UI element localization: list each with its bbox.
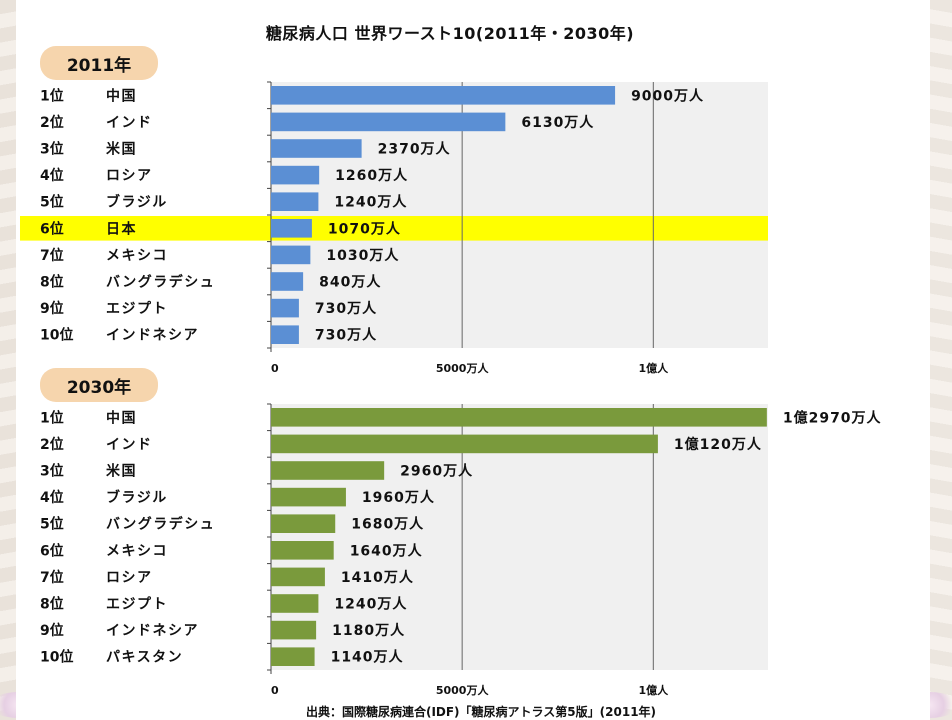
value-label: 1240万人 <box>334 596 407 613</box>
country-label: 米国 <box>106 141 137 158</box>
slide-canvas: 糖尿病人口 世界ワースト10(2011年・2030年) 2011年 1位 中国 90… <box>16 0 930 720</box>
rank-label: 4位 <box>40 489 64 506</box>
bar <box>271 219 312 238</box>
bar <box>271 408 767 427</box>
bar <box>271 461 385 480</box>
chart-panel-2030: 1位 中国 1億2970万人 2位 インド 1億120万人 3位 米国 2960万人 4位 ブラジル… <box>16 400 946 700</box>
country-label: インド <box>106 437 153 453</box>
value-label: 1260万人 <box>335 167 408 184</box>
rank-label: 9位 <box>40 300 64 317</box>
rank-label: 2位 <box>40 436 64 453</box>
value-label: 1070万人 <box>328 220 401 237</box>
rank-label: 6位 <box>40 220 64 237</box>
value-label: 1410万人 <box>341 569 414 586</box>
bar-chart-2011: 1位 中国 9000万人 2位 インド 6130万人 3位 米国 2370万人 4位 ロシア 1260… <box>20 81 768 375</box>
bar <box>271 112 506 132</box>
country-label: 日本 <box>106 220 137 237</box>
country-label: エジプト <box>106 597 168 613</box>
value-label: 1億2970万人 <box>783 409 882 426</box>
rank-label: 4位 <box>40 167 64 184</box>
x-tick-label: 5000万人 <box>436 683 490 697</box>
value-label: 840万人 <box>319 274 381 291</box>
rank-label: 6位 <box>40 542 64 559</box>
year-badge-2030: 2030年 <box>40 368 158 402</box>
rank-label: 5位 <box>40 516 64 533</box>
rank-label: 5位 <box>40 194 64 211</box>
value-label: 730万人 <box>315 300 377 317</box>
country-label: ブラジル <box>106 489 168 506</box>
country-label: メキシコ <box>106 543 168 559</box>
country-label: ブラジル <box>106 194 168 211</box>
rank-label: 7位 <box>40 247 64 264</box>
rank-label: 1位 <box>40 409 64 426</box>
rank-label: 9位 <box>40 622 64 639</box>
rank-label: 1位 <box>40 87 64 104</box>
value-label: 730万人 <box>315 327 377 344</box>
country-label: インドネシア <box>106 328 199 344</box>
bar <box>271 139 362 158</box>
bar <box>271 272 304 291</box>
country-label: エジプト <box>106 301 168 317</box>
country-label: バングラデシュ <box>106 516 215 533</box>
country-label: パキスタン <box>106 650 183 666</box>
bar <box>271 192 319 211</box>
x-tick-label: 1億人 <box>638 361 669 375</box>
country-label: 米国 <box>106 463 137 480</box>
country-label: ロシア <box>106 168 153 184</box>
bar <box>271 567 325 587</box>
value-label: 1640万人 <box>350 542 423 559</box>
country-label: 中国 <box>106 409 137 426</box>
value-label: 1億120万人 <box>674 436 762 453</box>
value-label: 9000万人 <box>631 87 704 104</box>
value-label: 2960万人 <box>400 463 473 480</box>
rank-label: 3位 <box>40 141 64 158</box>
rank-label: 10位 <box>40 649 73 666</box>
value-label: 1030万人 <box>326 247 399 264</box>
bar <box>271 594 319 613</box>
bar <box>271 487 346 507</box>
rank-label: 3位 <box>40 463 64 480</box>
value-label: 2370万人 <box>378 141 451 158</box>
bar <box>271 245 311 265</box>
year-badge-2011: 2011年 <box>40 46 158 80</box>
country-label: インドネシア <box>106 623 199 639</box>
left-decorative-border <box>0 0 16 720</box>
bar <box>271 298 299 318</box>
chart-panel-2011: 1位 中国 9000万人 2位 インド 6130万人 3位 米国 2370万人 4位 ロシア 1260… <box>16 78 816 378</box>
rank-label: 2位 <box>40 114 64 131</box>
rank-label: 8位 <box>40 596 64 613</box>
x-tick-label: 0 <box>271 684 279 697</box>
source-note: 出典：国際糖尿病連合(IDF)「糖尿病アトラス第5版」(2011年) <box>305 705 657 719</box>
value-label: 1180万人 <box>332 622 405 639</box>
value-label: 1960万人 <box>362 489 435 506</box>
country-label: メキシコ <box>106 248 168 264</box>
country-label: ロシア <box>106 570 153 586</box>
value-label: 1680万人 <box>351 516 424 533</box>
bar <box>271 541 334 560</box>
bar <box>271 620 317 640</box>
rank-label: 8位 <box>40 274 64 291</box>
value-label: 1140万人 <box>331 649 404 666</box>
bar <box>271 86 616 105</box>
bar-chart-2030: 1位 中国 1億2970万人 2位 インド 1億120万人 3位 米国 2960万人 4位 ブラジル… <box>40 403 882 697</box>
rank-label: 7位 <box>40 569 64 586</box>
country-label: バングラデシュ <box>106 274 215 291</box>
country-label: インド <box>106 115 153 131</box>
x-tick-label: 1億人 <box>638 683 669 697</box>
chart-title: 糖尿病人口 世界ワースト10(2011年・2030年) <box>265 24 635 43</box>
rank-label: 10位 <box>40 327 73 344</box>
bar <box>271 165 320 185</box>
value-label: 6130万人 <box>521 114 594 131</box>
bar <box>271 434 658 454</box>
x-tick-label: 0 <box>271 362 279 375</box>
bar <box>271 514 336 533</box>
country-label: 中国 <box>106 87 137 104</box>
x-tick-label: 5000万人 <box>436 361 490 375</box>
value-label: 1240万人 <box>334 194 407 211</box>
bar <box>271 325 299 344</box>
bar <box>271 647 315 666</box>
